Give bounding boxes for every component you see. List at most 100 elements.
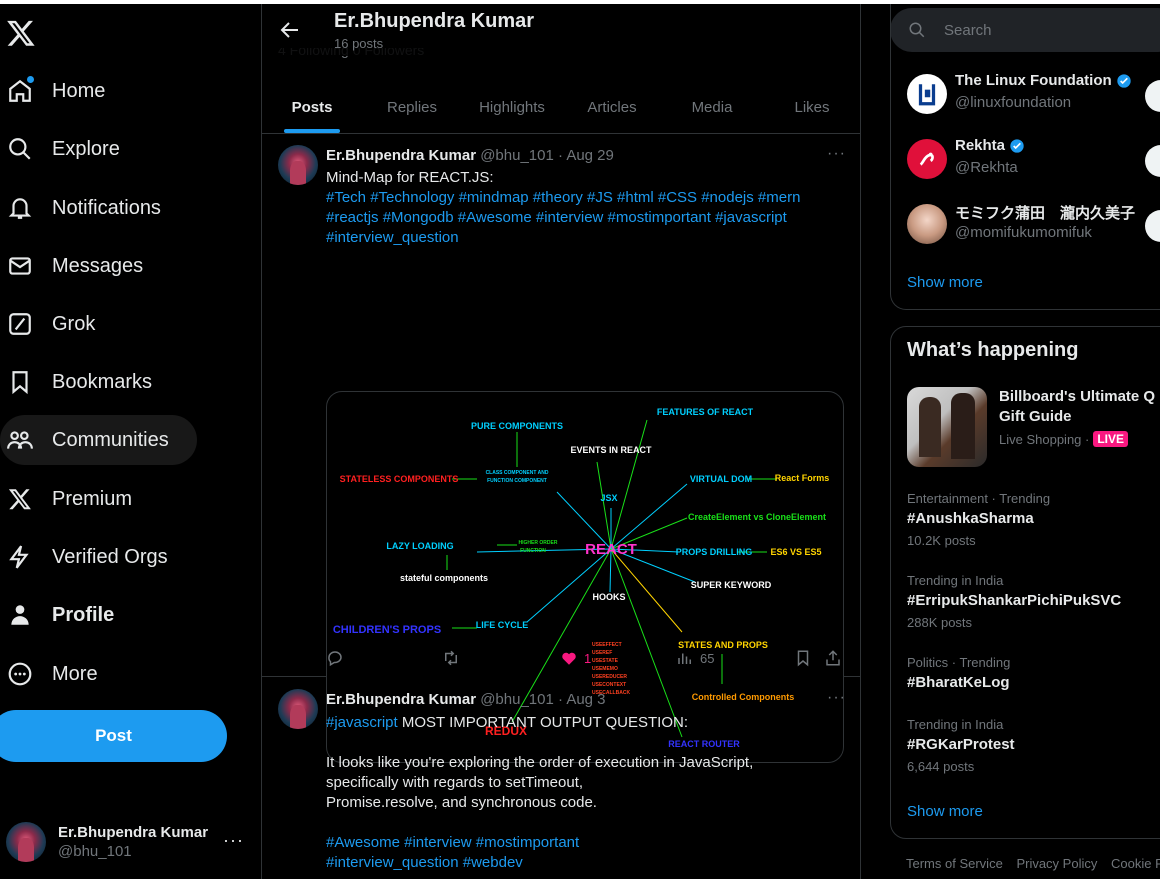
nav-explore[interactable]: Explore [0, 124, 148, 174]
account-handle: @bhu_101 [58, 843, 132, 860]
mindmap-node: ES6 VS ES5 [770, 547, 821, 557]
like-button[interactable]: 1 [560, 649, 591, 667]
nav-label: Explore [52, 137, 120, 160]
tab-media[interactable]: Media [662, 82, 762, 133]
event-title-line: Gift Guide [999, 408, 1072, 425]
tweet[interactable]: Er.Bhupendra Kumar @bhu_101 · Aug 29 ···… [262, 135, 860, 763]
follow-button[interactable] [1145, 145, 1160, 177]
follow-button[interactable] [1145, 80, 1160, 112]
bell-icon [6, 194, 34, 222]
follow-suggestion[interactable]: モミフク蒲田 瀧内久美子 @momifukumomifuk [907, 200, 1160, 250]
profile-header: Er.Bhupendra Kumar 16 posts [262, 4, 860, 56]
mindmap-node: SUPER KEYWORD [691, 580, 772, 590]
hashtags[interactable]: #Tech #Technology #mindmap #theory #JS #… [326, 188, 846, 208]
nav-more[interactable]: More [0, 649, 126, 699]
mindmap-node: HOOKS [592, 592, 625, 602]
nav-messages[interactable]: Messages [0, 241, 171, 291]
follow-suggestion[interactable]: The Linux Foundation @linuxfoundation [907, 70, 1160, 120]
mindmap-node: stateful components [400, 573, 488, 583]
tab-articles[interactable]: Articles [562, 82, 662, 133]
views-button[interactable]: 65 [676, 649, 714, 667]
event-image[interactable] [907, 387, 987, 467]
tweet-author-name[interactable]: Er.Bhupendra Kumar [326, 147, 476, 164]
hashtags[interactable]: #reactjs #Mongodb #Awesome #interview #m… [326, 208, 846, 228]
grok-icon [6, 310, 34, 338]
whats-happening-card: What’s happening Billboard's Ultimate Q … [890, 326, 1160, 839]
nav-label: Bookmarks [52, 370, 153, 393]
share-button[interactable] [824, 649, 842, 667]
home-icon [6, 76, 34, 105]
repost-button[interactable] [441, 649, 461, 667]
follow-suggestion[interactable]: Rekhta @Rekhta [907, 135, 1160, 185]
footer-link[interactable]: Privacy Policy [1016, 856, 1097, 871]
share-icon [826, 650, 840, 666]
tweet[interactable]: Er.Bhupendra Kumar @bhu_101 · Aug 3 ··· … [262, 677, 860, 879]
tab-likes[interactable]: Likes [762, 82, 860, 133]
avatar[interactable] [278, 689, 318, 729]
account-name: Er.Bhupendra Kumar [58, 824, 209, 841]
who-to-follow-card: The Linux Foundation @linuxfoundation Re… [890, 0, 1160, 310]
profile-tabs: Posts Replies Highlights Articles Media … [262, 82, 860, 134]
x-logo-icon [6, 485, 34, 513]
reply-button[interactable] [326, 649, 344, 667]
more-icon[interactable]: ··· [827, 145, 846, 163]
show-more-link[interactable]: Show more [907, 803, 983, 820]
nav-label: Communities [52, 428, 169, 451]
nav-premium[interactable]: Premium [0, 474, 160, 524]
more-icon[interactable]: ··· [827, 689, 846, 707]
hashtags[interactable]: #interview_question [326, 228, 846, 248]
nav-label: Messages [52, 254, 144, 277]
trend-item[interactable]: Politics · Trending #BharatKeLog [907, 655, 1160, 691]
show-more-link[interactable]: Show more [907, 274, 983, 291]
mindmap-node: JSX [600, 493, 617, 503]
trend-item[interactable]: Entertainment · Trending #AnushkaSharma … [907, 491, 1160, 548]
mindmap-node: PURE COMPONENTS [471, 421, 563, 431]
tweet-author-name[interactable]: Er.Bhupendra Kumar [326, 691, 476, 708]
tweet-actions: 1 65 [326, 649, 846, 669]
hashtags[interactable]: #interview_question #webdev [326, 853, 846, 873]
x-logo-icon[interactable] [6, 18, 36, 48]
lightning-icon [6, 543, 34, 571]
nav-profile[interactable]: Profile [0, 590, 142, 640]
back-arrow-icon[interactable] [278, 18, 302, 42]
search-icon [6, 135, 34, 163]
nav-grok[interactable]: Grok [0, 299, 123, 349]
hashtag[interactable]: #javascript [326, 714, 398, 731]
rekhta-logo-icon [919, 152, 934, 166]
trend-name: #ErripukShankarPichiPukSVC [907, 592, 1122, 609]
follow-handle: @momifukumomifuk [955, 224, 1092, 241]
tab-replies[interactable]: Replies [362, 82, 462, 133]
nav-verified-orgs[interactable]: Verified Orgs [0, 532, 196, 582]
footer-link[interactable]: Terms of Service [906, 856, 1003, 871]
repost-icon [445, 650, 457, 666]
trend-context: Trending in India [907, 573, 1004, 588]
main-column: 4 Following 0 Followers Er.Bhupendra Kum… [261, 4, 861, 879]
event-title[interactable]: Billboard's Ultimate Q Gift Guide [999, 387, 1160, 427]
avatar[interactable] [278, 145, 318, 185]
nav-notifications[interactable]: Notifications [0, 183, 189, 233]
account-switcher[interactable]: Er.Bhupendra Kumar @bhu_101 ··· [0, 812, 262, 872]
trend-count: 10.2K posts [907, 533, 976, 548]
bookmark-button[interactable] [794, 649, 812, 667]
trend-name: #BharatKeLog [907, 674, 1010, 691]
more-icon[interactable]: ··· [223, 830, 244, 851]
tweet-body: MOST IMPORTANT OUTPUT QUESTION: [397, 714, 689, 731]
trend-item[interactable]: Trending in India #ErripukShankarPichiPu… [907, 573, 1160, 630]
trend-item[interactable]: Trending in India #RGKarProtest 6,644 po… [907, 717, 1160, 774]
follow-button[interactable] [1145, 210, 1160, 242]
linux-foundation-logo-icon [918, 84, 936, 106]
reply-icon [328, 651, 342, 667]
mindmap-node: FUNCTION COMPONENT [487, 478, 547, 484]
event-subtitle: Live Shopping · LIVE [999, 431, 1129, 447]
nav-bookmarks[interactable]: Bookmarks [0, 357, 180, 407]
hashtags[interactable]: #Awesome #interview #mostimportant [326, 833, 846, 853]
footer-link[interactable]: Cookie P [1111, 856, 1160, 871]
tab-posts[interactable]: Posts [262, 82, 362, 133]
mindmap-node: PROPS DRILLING [676, 547, 753, 557]
tab-highlights[interactable]: Highlights [462, 82, 562, 133]
post-button[interactable]: Post [0, 710, 227, 762]
view-count: 65 [700, 650, 715, 666]
more-circle-icon [6, 660, 34, 688]
nav-communities[interactable]: Communities [0, 415, 197, 465]
nav-home[interactable]: Home [0, 66, 133, 116]
